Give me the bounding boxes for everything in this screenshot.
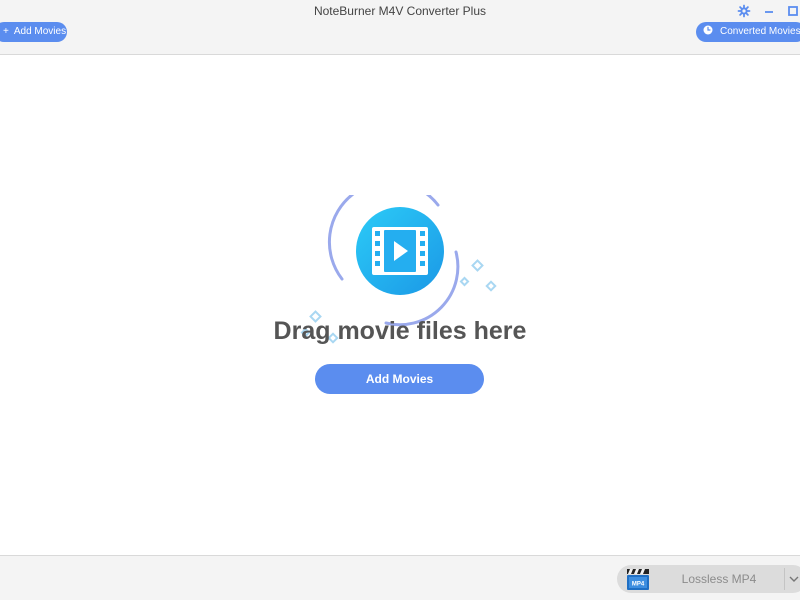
toolbar-add-movies-button[interactable]: + Add Movies [0, 22, 67, 42]
app-window: NoteBurner M4V Converter Plus + Add Movie… [0, 0, 800, 600]
converted-movies-label: Converted Movies [720, 26, 800, 37]
toolbar-add-movies-label: Add Movies [13, 26, 67, 37]
mp4-clapperboard-icon: MP4 [627, 569, 649, 590]
gear-icon[interactable] [737, 4, 751, 18]
output-format-select[interactable]: MP4 Lossless MP4 [617, 565, 800, 593]
maximize-icon[interactable] [786, 4, 800, 18]
output-format-label: Lossless MP4 [681, 572, 757, 586]
drop-zone[interactable]: Drag movie files here Add Movies [0, 55, 800, 555]
clock-icon [703, 25, 713, 35]
bottom-bar: MP4 Lossless MP4 [0, 555, 800, 600]
converted-movies-button[interactable]: Converted Movies [696, 22, 800, 42]
window-title: NoteBurner M4V Converter Plus [313, 4, 487, 18]
plus-icon: + [3, 26, 9, 37]
select-divider [784, 568, 785, 590]
chevron-down-icon[interactable] [789, 576, 799, 582]
drop-zone-headline: Drag movie files here [273, 317, 527, 345]
minimize-icon[interactable] [762, 4, 776, 18]
title-bar: NoteBurner M4V Converter Plus + Add Movie… [0, 0, 800, 55]
add-movies-button[interactable]: Add Movies [315, 364, 484, 394]
svg-text:MP4: MP4 [632, 582, 645, 588]
